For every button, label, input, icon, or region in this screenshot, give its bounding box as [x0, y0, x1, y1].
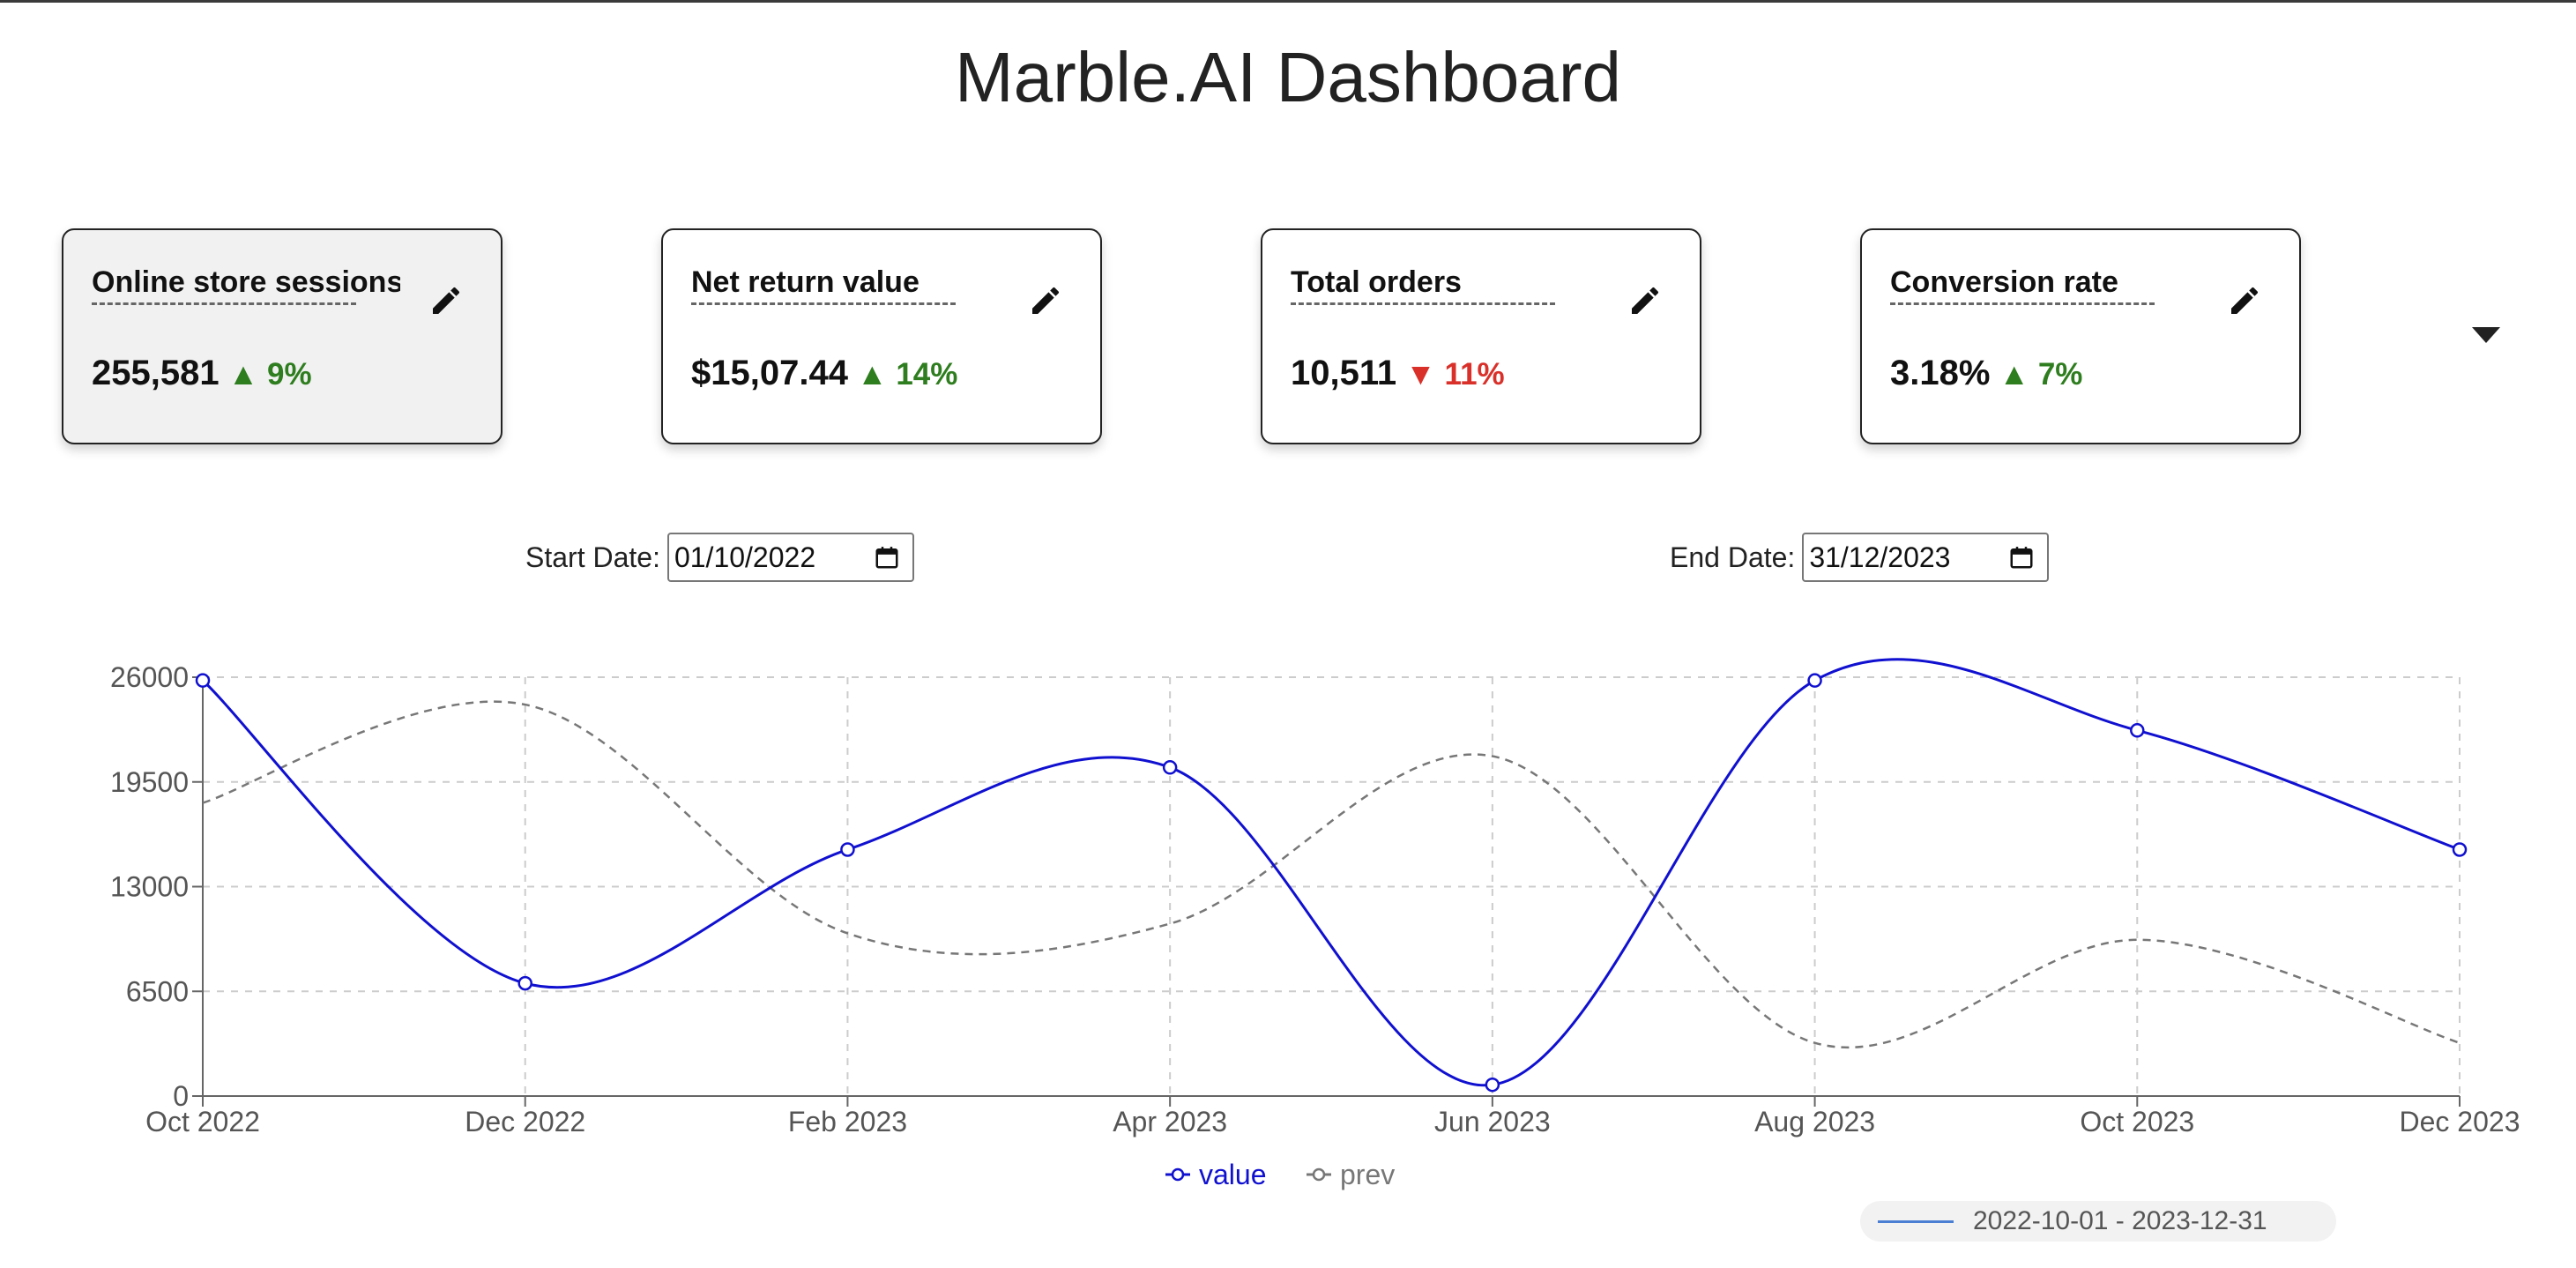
kpi-delta-value: 9% [266, 357, 312, 392]
kpi-card-title-underline [691, 302, 956, 305]
kpi-value: 3.18% [1890, 354, 1991, 392]
kpi-card-title: Online store sessions [92, 265, 400, 299]
data-point-value[interactable] [840, 842, 855, 857]
kpi-card-value: 255,581 ▲ 9% [92, 354, 312, 393]
kpi-delta-value: 7% [2037, 357, 2083, 392]
kpi-delta: ▼ 11% [1405, 357, 1505, 392]
x-tick-label: Oct 2022 [145, 1106, 260, 1137]
pencil-icon[interactable] [1028, 283, 1063, 318]
kpi-card[interactable]: Online store sessions 255,581 ▲ 9% [62, 228, 503, 444]
start-date-value: 01/10/2022 [674, 541, 816, 573]
calendar-icon[interactable] [2008, 544, 2035, 571]
pencil-icon[interactable] [428, 283, 464, 318]
date-range-chip[interactable]: 2022-10-01 - 2023-12-31 [1860, 1201, 2336, 1242]
kpi-value: 255,581 [92, 354, 220, 392]
kpi-delta: ▲ 7% [1999, 357, 2082, 392]
start-date-input[interactable]: 01/10/2022 [666, 533, 914, 582]
y-tick-label: 13000 [110, 871, 189, 903]
y-tick-label: 19500 [110, 766, 189, 798]
range-line-swatch [1878, 1220, 1954, 1223]
legend-marker-value [1171, 1167, 1185, 1182]
kpi-value: $15,07.44 [691, 354, 848, 392]
kpi-card-title-underline [1291, 302, 1555, 305]
data-point-value[interactable] [2130, 723, 2145, 738]
data-point-value[interactable] [1162, 760, 1178, 775]
kpi-delta-value: 11% [1444, 357, 1505, 392]
legend-marker-prev [1312, 1167, 1326, 1182]
triangle-up-icon: ▲ [1999, 357, 2030, 392]
start-date-label: Start Date: [525, 541, 660, 573]
legend-label-value[interactable]: value [1199, 1159, 1267, 1190]
kpi-card-value: 3.18% ▲ 7% [1890, 354, 2082, 393]
kpi-card[interactable]: Net return value $15,07.44 ▲ 14% [661, 228, 1102, 444]
range-text: 2022-10-01 - 2023-12-31 [1973, 1206, 2267, 1235]
x-tick-label: Oct 2023 [2080, 1106, 2194, 1137]
start-date-group: Start Date: 01/10/2022 [525, 533, 914, 582]
pencil-icon[interactable] [1627, 283, 1663, 318]
end-date-value: 31/12/2023 [1809, 541, 1951, 573]
legend-label-prev[interactable]: prev [1340, 1159, 1395, 1190]
x-tick-label: Dec 2022 [465, 1106, 585, 1137]
kpi-card-title: Conversion rate [1890, 265, 2118, 299]
data-point-value[interactable] [195, 673, 211, 688]
kpi-card-title: Total orders [1291, 265, 1462, 299]
x-tick-label: Aug 2023 [1754, 1106, 1875, 1137]
kpi-delta: ▲ 14% [857, 357, 957, 392]
series-line-value [201, 658, 2461, 1087]
top-border [0, 0, 2576, 3]
kpi-delta: ▲ 9% [228, 357, 312, 392]
x-tick-label: Dec 2023 [2400, 1106, 2520, 1137]
end-date-input[interactable]: 31/12/2023 [1802, 533, 2050, 582]
y-tick-label: 26000 [110, 661, 189, 693]
data-point-value[interactable] [1807, 673, 1822, 688]
page-title: Marble.AI Dashboard [955, 38, 1621, 116]
kpi-card-value: $15,07.44 ▲ 14% [691, 354, 957, 393]
sessions-line-chart: 06500130001950026000Oct 2022 Dec 2022 Feb … [110, 658, 2520, 1190]
data-point-value[interactable] [2452, 842, 2468, 857]
data-point-value[interactable] [1485, 1077, 1500, 1093]
series-line-prev [202, 700, 2461, 1049]
triangle-down-icon: ▼ [1405, 357, 1436, 392]
end-date-group: End Date: 31/12/2023 [1670, 533, 2050, 582]
y-tick-label: 6500 [126, 975, 189, 1007]
x-tick-label: Jun 2023 [1434, 1106, 1551, 1137]
kpi-card[interactable]: Conversion rate 3.18% ▲ 7% [1860, 228, 2301, 444]
caret-down-icon[interactable] [2472, 327, 2500, 343]
calendar-icon[interactable] [874, 544, 900, 571]
kpi-card-title-underline [1890, 302, 2155, 305]
kpi-card-value: 10,511 ▼ 11% [1291, 354, 1505, 393]
x-tick-label: Feb 2023 [788, 1106, 907, 1137]
triangle-up-icon: ▲ [227, 357, 259, 392]
kpi-delta-value: 14% [896, 357, 958, 392]
data-point-value[interactable] [517, 975, 532, 991]
triangle-up-icon: ▲ [856, 357, 888, 392]
x-tick-label: Apr 2023 [1113, 1106, 1227, 1137]
kpi-card[interactable]: Total orders 10,511 ▼ 11% [1261, 228, 1701, 444]
end-date-label: End Date: [1670, 541, 1796, 573]
pencil-icon[interactable] [2227, 283, 2262, 318]
kpi-card-title-underline [92, 302, 356, 305]
kpi-card-title: Net return value [691, 265, 919, 299]
kpi-value: 10,511 [1291, 354, 1397, 392]
